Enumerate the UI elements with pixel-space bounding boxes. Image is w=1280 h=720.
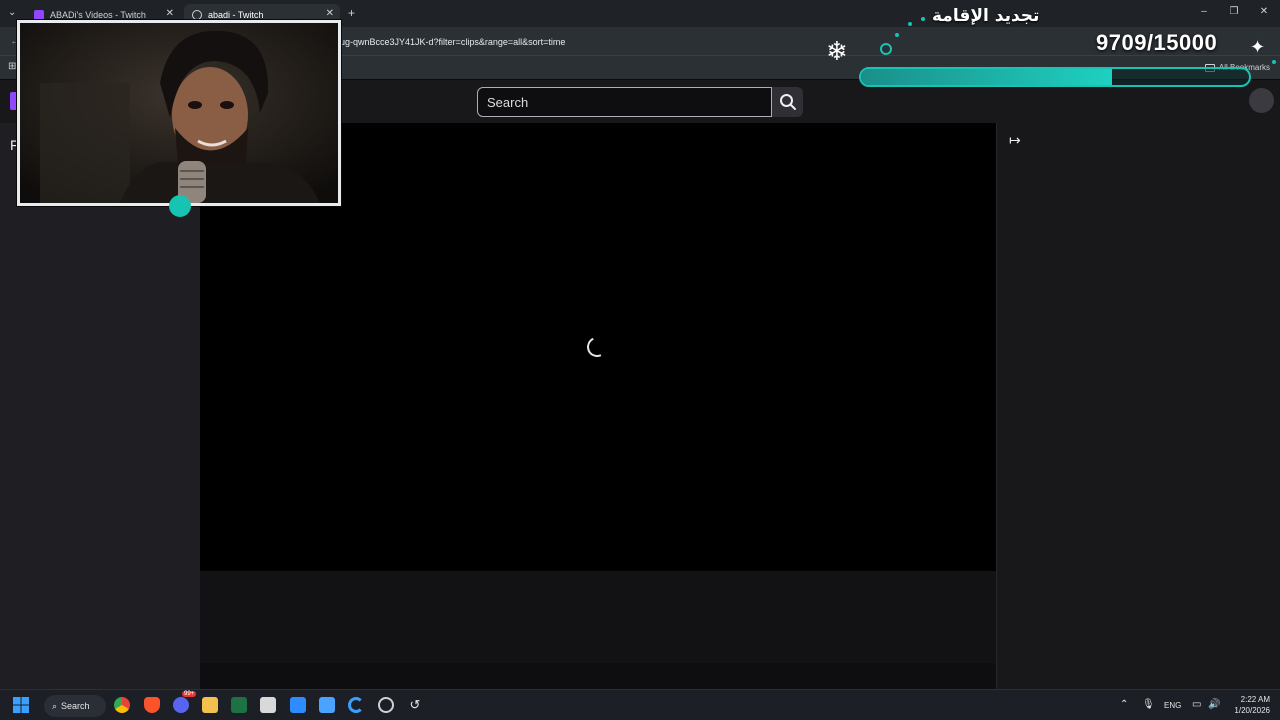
url-field[interactable]: ug-qwnBcce3JY41JK-d?filter=clips&range=a… bbox=[340, 37, 565, 47]
window-app-icon[interactable] bbox=[319, 697, 335, 713]
webcam-overlay bbox=[17, 20, 341, 206]
restore-window-icon[interactable]: ❐ bbox=[1224, 6, 1244, 17]
minimize-window-icon[interactable]: – bbox=[1194, 6, 1214, 17]
overlay-dot bbox=[1272, 60, 1276, 64]
microphone-icon[interactable]: 🎙 bbox=[1142, 699, 1155, 710]
search-icon: ⌕ bbox=[52, 700, 58, 711]
excel-icon[interactable] bbox=[231, 697, 247, 713]
search-icon bbox=[779, 94, 796, 110]
user-avatar[interactable] bbox=[1249, 88, 1274, 113]
media-app-icon[interactable] bbox=[260, 697, 276, 713]
tray-overflow-icon[interactable]: ⌃ bbox=[1120, 699, 1128, 710]
network-icon[interactable]: ▭ bbox=[1192, 699, 1201, 710]
clock-date: 1/20/2026 bbox=[1234, 706, 1270, 715]
goal-title: تجديد الإقامة bbox=[932, 6, 1040, 26]
overlay-dot bbox=[908, 22, 912, 26]
taskbar-search-label: Search bbox=[61, 701, 90, 711]
search-input[interactable] bbox=[478, 88, 771, 116]
language-indicator[interactable]: ENG bbox=[1164, 701, 1181, 710]
file-explorer-icon[interactable] bbox=[202, 697, 218, 713]
goal-count: 9709/15000 bbox=[1096, 30, 1218, 55]
chrome-icon[interactable] bbox=[114, 697, 130, 713]
close-tab-icon[interactable]: ✕ bbox=[326, 8, 334, 19]
sparkle-icon: ✦ bbox=[1250, 37, 1266, 57]
overlay-ring-icon bbox=[880, 43, 892, 55]
overlay-dot bbox=[895, 33, 899, 37]
taskbar-search-button[interactable]: ⌕ Search bbox=[44, 695, 106, 717]
close-window-icon[interactable]: ✕ bbox=[1254, 6, 1274, 17]
ccleaner-icon[interactable] bbox=[348, 697, 364, 713]
streamer-webcam-image bbox=[20, 23, 338, 203]
overlay-dot bbox=[921, 17, 925, 21]
store-app-icon[interactable] bbox=[290, 697, 306, 713]
goal-progress-bar bbox=[859, 67, 1251, 87]
windows-start-icon[interactable] bbox=[13, 697, 29, 713]
brave-icon[interactable] bbox=[144, 697, 160, 713]
search-button[interactable] bbox=[772, 87, 803, 117]
webcam-accent-dot bbox=[169, 195, 191, 217]
video-info-panel bbox=[200, 571, 996, 663]
tab-label: ABADi's Videos - Twitch bbox=[50, 10, 146, 20]
discord-badge: 99+ bbox=[182, 691, 197, 697]
clock[interactable]: 2:22 AM 1/20/2026 bbox=[1226, 694, 1270, 716]
new-tab-button[interactable]: + bbox=[348, 6, 355, 20]
windows-taskbar: ⌕ Search 99+ ↺ ⌃ 🎙 ENG ▭ 🔊 2:22 AM 1/20/… bbox=[0, 689, 1280, 720]
goal-progress-fill bbox=[861, 69, 1113, 85]
close-tab-icon[interactable]: ✕ bbox=[166, 8, 174, 19]
loading-favicon-icon bbox=[192, 10, 202, 20]
apps-grid-icon[interactable]: ⊞ bbox=[8, 61, 16, 72]
page-bottom-strip bbox=[200, 663, 996, 689]
volume-icon[interactable]: 🔊 bbox=[1208, 699, 1220, 710]
discord-icon[interactable] bbox=[173, 697, 189, 713]
obs-icon[interactable] bbox=[378, 697, 394, 713]
app-icon[interactable]: ↺ bbox=[407, 697, 423, 713]
tab-label: abadi - Twitch bbox=[208, 10, 264, 20]
snowflake-icon: ❄ bbox=[826, 36, 848, 66]
clock-time: 2:22 AM bbox=[1240, 695, 1270, 704]
right-panel bbox=[996, 123, 1280, 689]
twitch-favicon-icon bbox=[34, 10, 44, 20]
search-field-container bbox=[477, 87, 772, 117]
tab-search-chevron-icon[interactable]: ⌄ bbox=[8, 7, 16, 18]
collapse-panel-icon[interactable]: ↦ bbox=[1009, 131, 1027, 149]
